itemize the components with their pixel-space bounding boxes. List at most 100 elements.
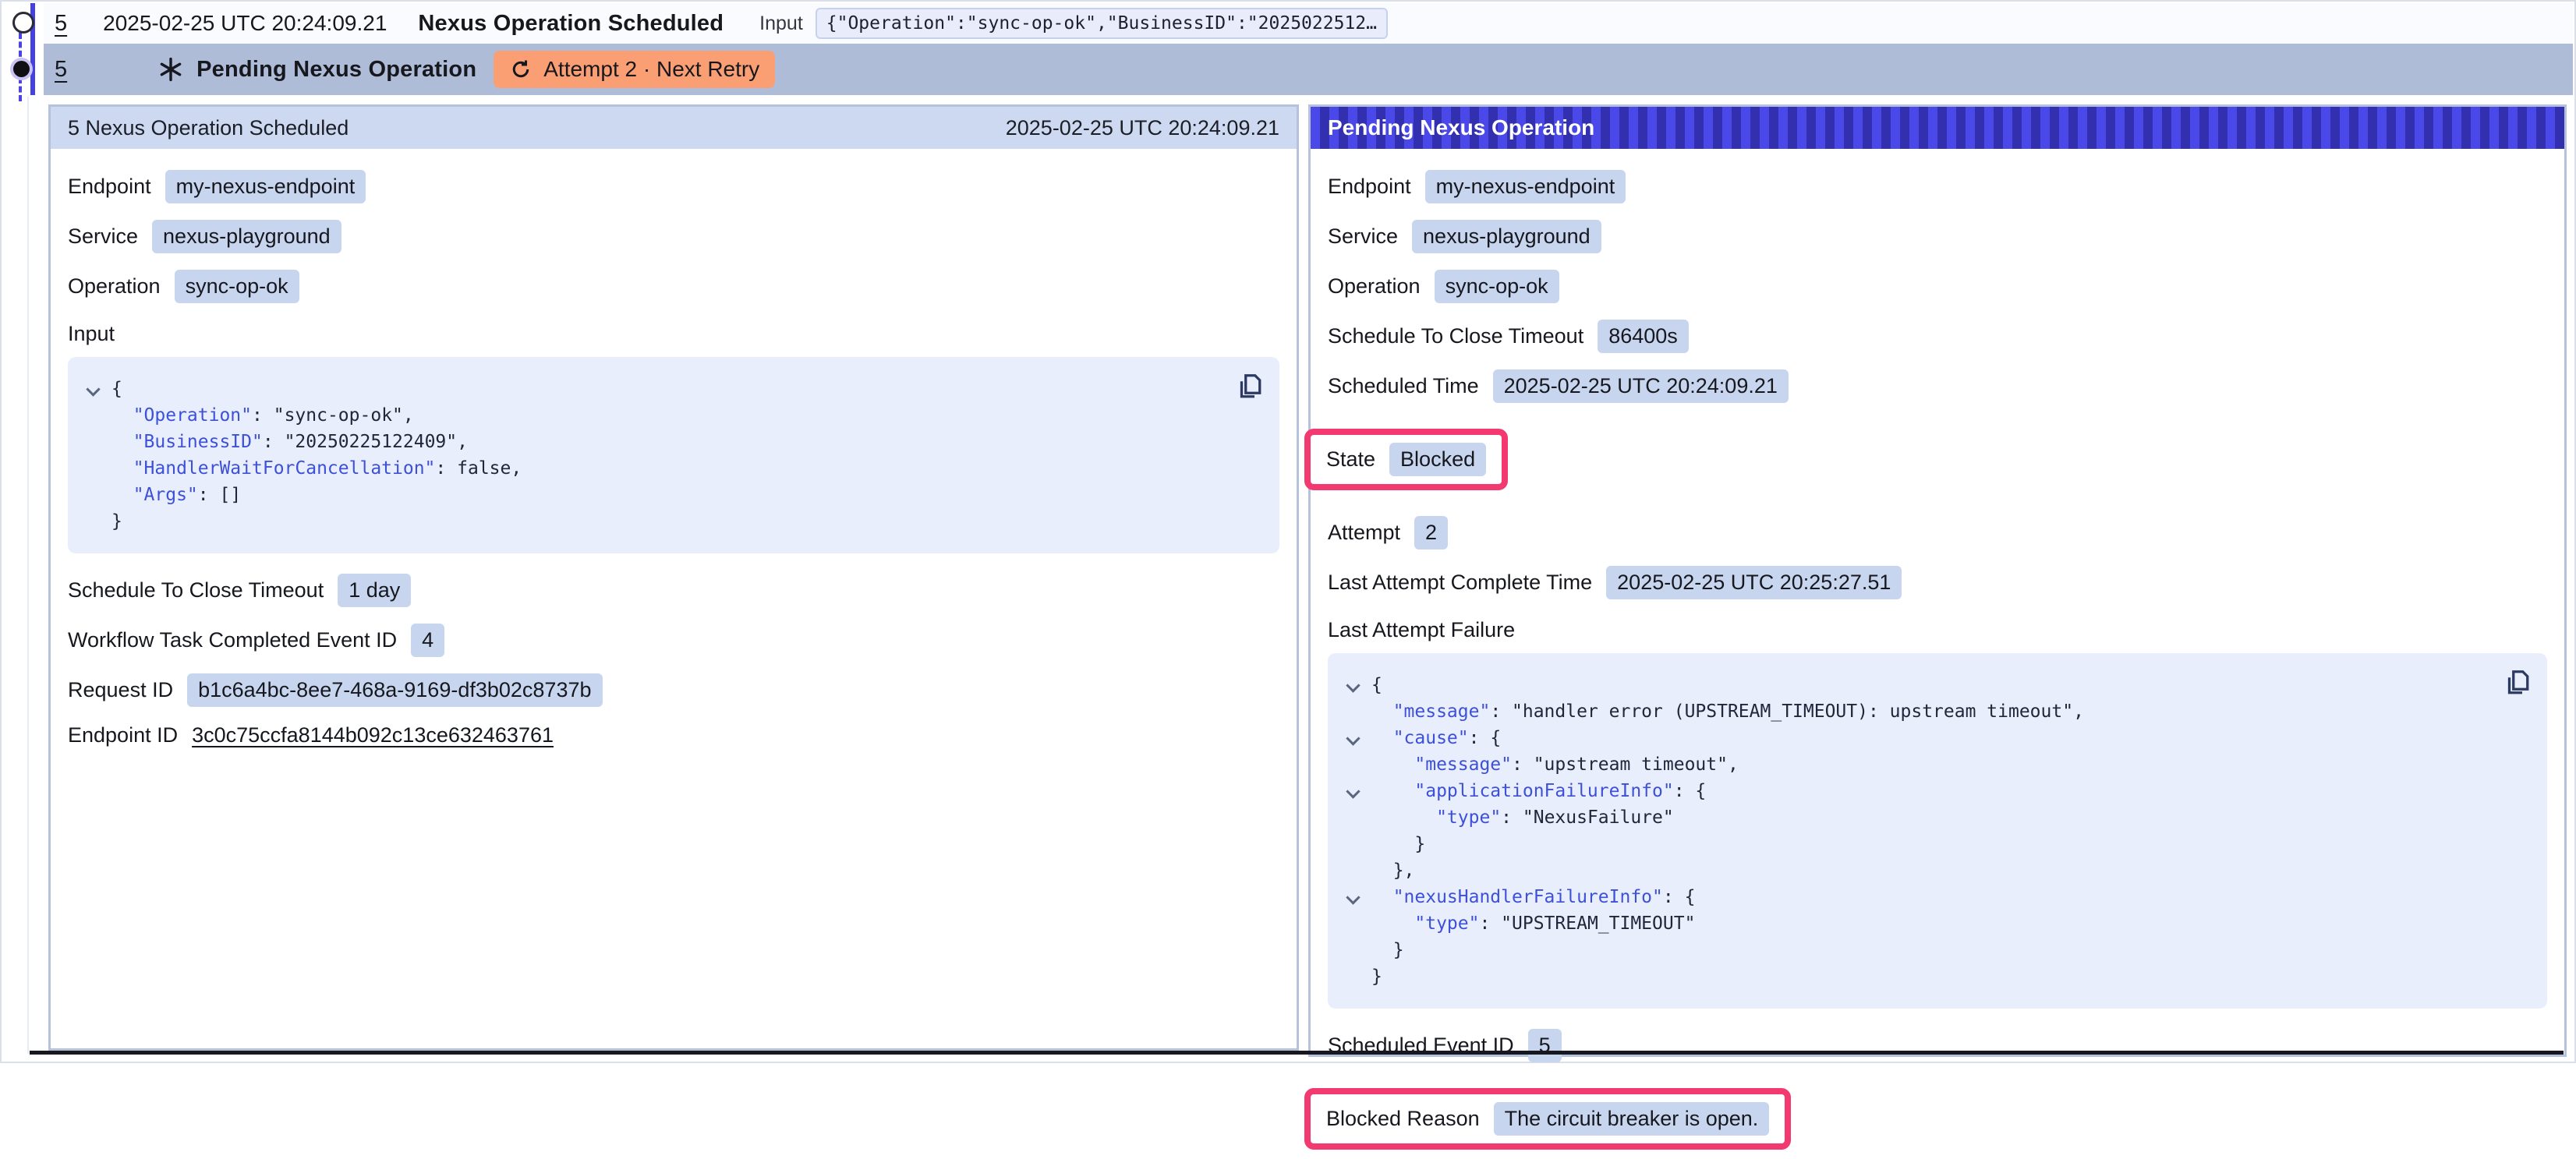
field-row-service: Service nexus-playground <box>68 220 1279 253</box>
timeline-gutter-rule <box>27 97 29 1054</box>
field-value-badge: nexus-playground <box>152 220 341 253</box>
collapse-chevron-icon[interactable] <box>1346 784 1360 798</box>
field-label: Workflow Task Completed Event ID <box>68 628 397 652</box>
code-line: "BusinessID": "20250225122409", <box>83 429 1264 455</box>
timeline-current-node-icon[interactable] <box>13 61 30 77</box>
event-row-scheduled[interactable]: 5 2025-02-25 UTC 20:24:09.21 Nexus Opera… <box>44 3 2573 44</box>
code-line: "applicationFailureInfo": { <box>1343 778 2532 804</box>
field-value-badge: b1c6a4bc-8ee7-468a-9169-df3b02c8737b <box>187 673 602 707</box>
retry-status-badge: Attempt 2 · Next Retry <box>494 51 775 88</box>
field-value-badge: sync-op-ok <box>175 270 299 303</box>
code-line: "type": "UPSTREAM_TIMEOUT" <box>1343 910 2532 937</box>
field-label: Service <box>68 224 138 249</box>
field-label: Schedule To Close Timeout <box>68 578 324 602</box>
code-line: "message": "handler error (UPSTREAM_TIME… <box>1343 698 2532 725</box>
last-attempt-failure-label: Last Attempt Failure <box>1328 618 2547 642</box>
field-row-wft-completed-id: Workflow Task Completed Event ID 4 <box>68 624 1279 657</box>
field-label: Service <box>1328 224 1398 249</box>
field-label: Scheduled Time <box>1328 374 1479 398</box>
field-row-schedule-to-close: Schedule To Close Timeout 86400s <box>1328 320 2547 353</box>
endpoint-id-link[interactable]: 3c0c75ccfa8144b092c13ce632463761 <box>192 723 554 747</box>
field-label: Operation <box>68 274 161 299</box>
code-line: }, <box>1343 857 2532 884</box>
blocked-reason-highlight-annotation: Blocked Reason The circuit breaker is op… <box>1304 1088 1791 1150</box>
collapse-chevron-icon[interactable] <box>1346 731 1360 745</box>
field-label: Request ID <box>68 678 173 702</box>
field-row-last-attempt-complete: Last Attempt Complete Time 2025-02-25 UT… <box>1328 566 2547 599</box>
collapse-chevron-icon[interactable] <box>1346 678 1360 692</box>
left-panel-timestamp: 2025-02-25 UTC 20:24:09.21 <box>1006 116 1279 140</box>
field-row-attempt: Attempt 2 <box>1328 516 2547 549</box>
code-line: } <box>1343 963 2532 990</box>
field-value-badge: 5 <box>1528 1029 1562 1062</box>
code-line: "nexusHandlerFailureInfo": { <box>1343 884 2532 910</box>
workflow-event-history-view: 5 2025-02-25 UTC 20:24:09.21 Nexus Opera… <box>0 0 2576 1063</box>
field-row-endpoint: Endpoint my-nexus-endpoint <box>68 170 1279 203</box>
left-panel-title: 5 Nexus Operation Scheduled <box>68 116 349 140</box>
field-value-badge: 2025-02-25 UTC 20:25:27.51 <box>1606 566 1902 599</box>
input-section-label: Input <box>68 322 1279 346</box>
field-value-badge: my-nexus-endpoint <box>165 170 366 203</box>
copy-icon[interactable] <box>1236 371 1264 402</box>
copy-icon[interactable] <box>2503 667 2532 698</box>
right-panel-title: Pending Nexus Operation <box>1328 115 1594 140</box>
event-id-link[interactable]: 5 <box>55 57 67 83</box>
pending-event-title: Pending Nexus Operation <box>196 57 476 83</box>
event-row-pending[interactable]: 5 Pending Nexus Operation Attempt 2 · Ne… <box>44 44 2573 95</box>
event-detail-panel-scheduled: 5 Nexus Operation Scheduled 2025-02-25 U… <box>48 104 1299 1051</box>
field-value-badge: nexus-playground <box>1412 220 1601 253</box>
field-row-endpoint-id: Endpoint ID 3c0c75ccfa8144b092c13ce63246… <box>68 723 1279 747</box>
code-line: } <box>1343 937 2532 963</box>
field-value-badge: 2025-02-25 UTC 20:24:09.21 <box>1493 369 1789 403</box>
left-panel-header: 5 Nexus Operation Scheduled 2025-02-25 U… <box>51 107 1297 149</box>
field-row-endpoint: Endpoint my-nexus-endpoint <box>1328 170 2547 203</box>
field-label: State <box>1326 447 1375 472</box>
event-name: Nexus Operation Scheduled <box>418 11 724 37</box>
pending-asterisk-icon <box>157 56 184 83</box>
field-label: Operation <box>1328 274 1421 299</box>
field-row-request-id: Request ID b1c6a4bc-8ee7-468a-9169-df3b0… <box>68 673 1279 707</box>
retry-badge-label: Attempt 2 · Next Retry <box>543 57 759 82</box>
field-label: Schedule To Close Timeout <box>1328 324 1583 348</box>
code-line: { <box>83 376 1264 402</box>
input-json-viewer: {"Operation": "sync-op-ok","BusinessID":… <box>68 357 1279 553</box>
failure-json-viewer: {"message": "handler error (UPSTREAM_TIM… <box>1328 653 2547 1009</box>
blocked-reason-value-badge: The circuit breaker is open. <box>1494 1102 1770 1136</box>
field-value-badge: 2 <box>1414 516 1448 549</box>
field-row-operation: Operation sync-op-ok <box>68 270 1279 303</box>
code-line: "cause": { <box>1343 725 2532 751</box>
pending-nexus-operation-panel: Pending Nexus Operation Endpoint my-nexu… <box>1308 104 2567 1057</box>
code-line: "Operation": "sync-op-ok", <box>83 402 1264 429</box>
field-value-badge: 4 <box>411 624 444 657</box>
field-row-scheduled-time: Scheduled Time 2025-02-25 UTC 20:24:09.2… <box>1328 369 2547 403</box>
code-line: "message": "upstream timeout", <box>1343 751 2532 778</box>
field-value-badge: 86400s <box>1598 320 1689 353</box>
field-row-schedule-to-close: Schedule To Close Timeout 1 day <box>68 574 1279 607</box>
field-label: Endpoint <box>1328 175 1411 199</box>
timeline-open-node-icon[interactable] <box>12 12 34 34</box>
state-value-badge: Blocked <box>1389 443 1486 476</box>
event-id-link[interactable]: 5 <box>55 11 67 37</box>
code-line: "type": "NexusFailure" <box>1343 804 2532 831</box>
event-timestamp: 2025-02-25 UTC 20:24:09.21 <box>103 11 387 36</box>
collapse-chevron-icon[interactable] <box>1346 890 1360 904</box>
code-line: "Args": [] <box>83 482 1264 508</box>
code-line: { <box>1343 672 2532 698</box>
event-input-preview-chip[interactable]: {"Operation":"sync-op-ok","BusinessID":"… <box>816 8 1388 39</box>
field-row-scheduled-event-id: Scheduled Event ID 5 <box>1328 1029 2547 1062</box>
field-label: Blocked Reason <box>1326 1107 1480 1131</box>
field-value-badge: my-nexus-endpoint <box>1425 170 1626 203</box>
field-value-badge: 1 day <box>338 574 411 607</box>
collapse-chevron-icon[interactable] <box>86 382 100 396</box>
field-value-badge: sync-op-ok <box>1435 270 1559 303</box>
retry-icon <box>509 58 533 81</box>
field-row-operation: Operation sync-op-ok <box>1328 270 2547 303</box>
code-line: } <box>83 508 1264 535</box>
code-line: "HandlerWaitForCancellation": false, <box>83 455 1264 482</box>
history-bottom-divider <box>30 1051 2564 1055</box>
event-input-label: Input <box>759 12 803 35</box>
state-highlight-annotation: State Blocked <box>1304 429 1508 490</box>
code-line: } <box>1343 831 2532 857</box>
field-row-service: Service nexus-playground <box>1328 220 2547 253</box>
field-label: Endpoint <box>68 175 151 199</box>
